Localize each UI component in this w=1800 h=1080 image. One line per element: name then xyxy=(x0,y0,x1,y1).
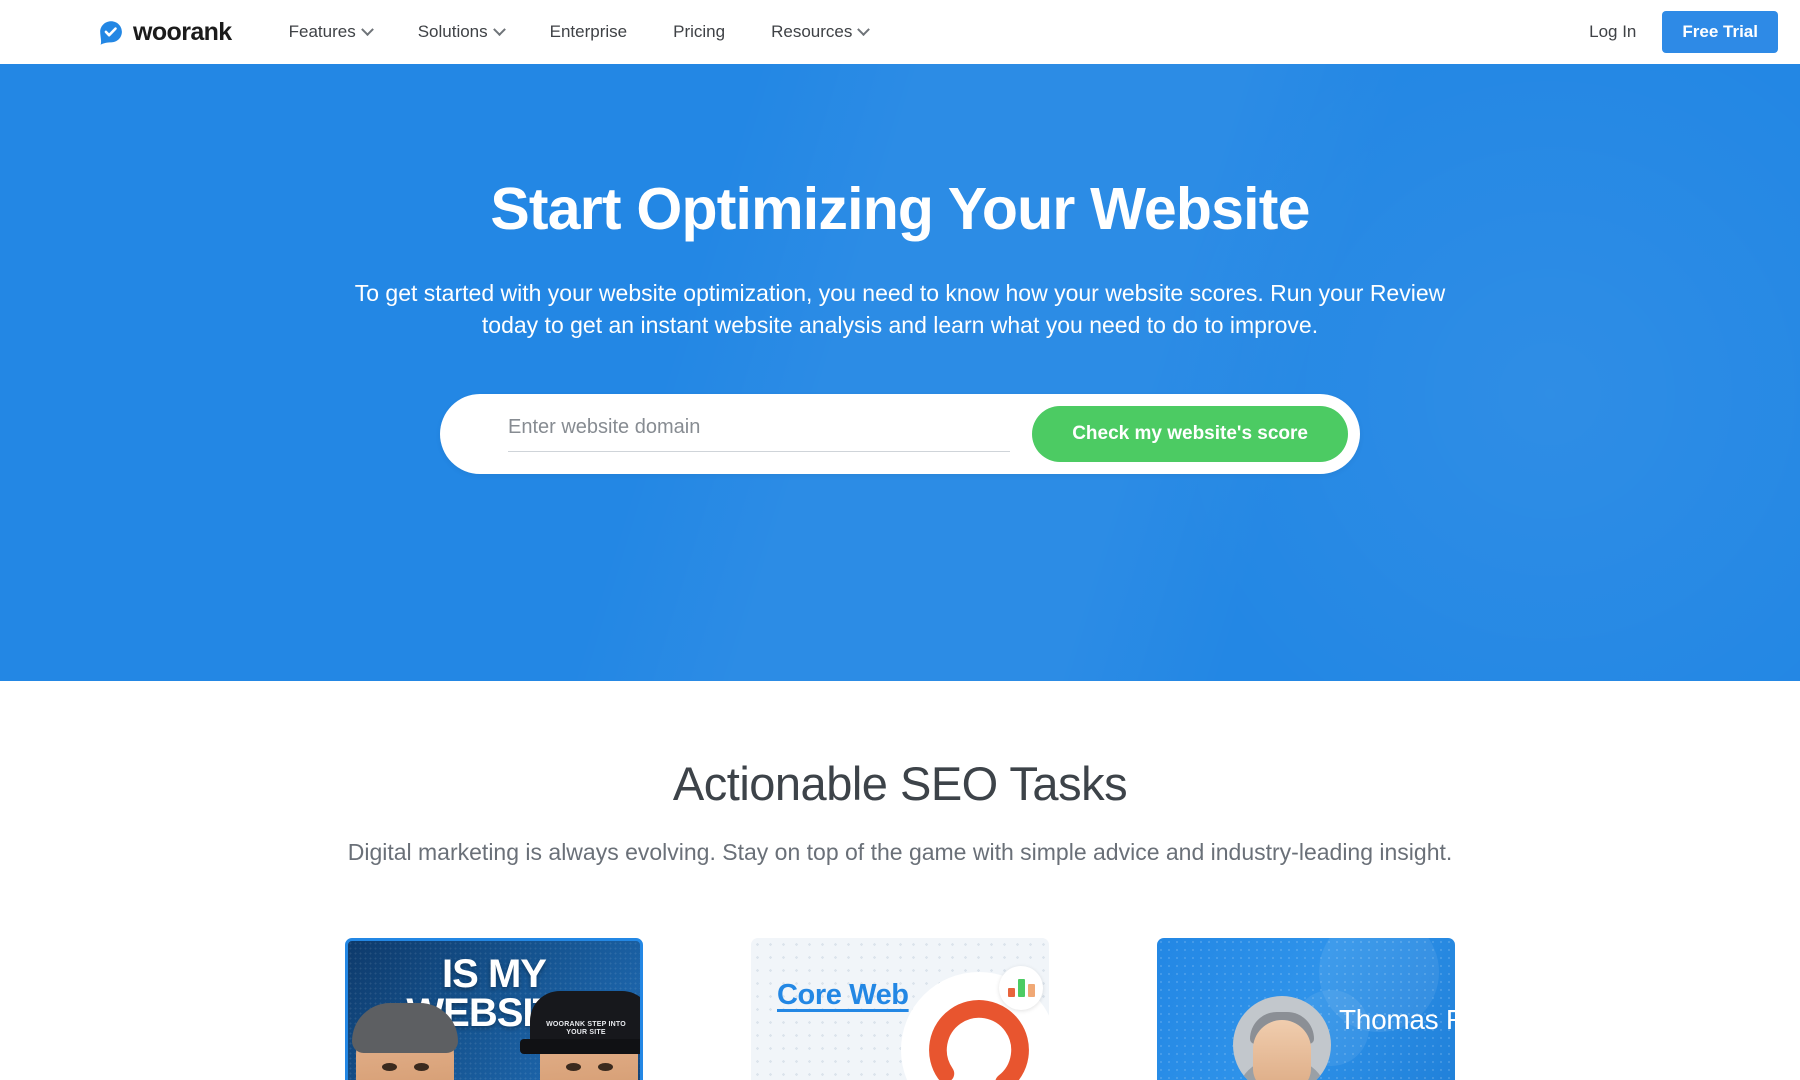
domain-input[interactable] xyxy=(508,416,1011,453)
card-grid: IS MY WEBSITE WOORANK STEP INTO YOUR SIT… xyxy=(345,938,1455,1080)
card-article-title[interactable]: Core Web xyxy=(777,978,909,1013)
chevron-down-icon xyxy=(492,22,506,36)
card-core-web-vitals[interactable]: Core Web xyxy=(751,938,1049,1080)
domain-search-bar: Check my website's score xyxy=(440,394,1360,475)
check-circle-icon xyxy=(98,19,124,45)
bar-chart-icon xyxy=(999,966,1043,1011)
cap-text: WOORANK STEP INTO YOUR SITE xyxy=(546,1021,626,1037)
free-trial-button[interactable]: Free Trial xyxy=(1662,11,1778,53)
login-link[interactable]: Log In xyxy=(1577,14,1648,50)
nav-item-label: Solutions xyxy=(417,22,488,41)
domain-input-wrapper xyxy=(508,412,1011,456)
card-profile[interactable]: Thomas Riley xyxy=(1157,938,1455,1080)
person-left-icon xyxy=(352,1003,458,1080)
logo-text: woorank xyxy=(133,17,232,46)
person-right-icon: WOORANK STEP INTO YOUR SITE xyxy=(520,991,640,1080)
hero-title: Start Optimizing Your Website xyxy=(490,176,1310,242)
eyes-icon xyxy=(356,1063,454,1072)
nav-item-enterprise[interactable]: Enterprise xyxy=(527,14,650,50)
nav-item-label: Enterprise xyxy=(549,22,628,41)
chevron-down-icon xyxy=(857,22,871,36)
section-subtitle: Digital marketing is always evolving. St… xyxy=(347,839,1453,865)
cap-icon xyxy=(520,991,640,1055)
nav-item-resources[interactable]: Resources xyxy=(748,14,891,50)
hero-section: Start Optimizing Your Website To get sta… xyxy=(0,64,1800,681)
card-video-title-line1: IS MY xyxy=(442,952,547,997)
nav-actions: Log In Free Trial xyxy=(1577,11,1778,53)
nav-item-pricing[interactable]: Pricing xyxy=(650,14,748,50)
nav-item-solutions[interactable]: Solutions xyxy=(395,14,527,50)
avatar-face xyxy=(1253,1020,1311,1080)
profile-name: Thomas Riley xyxy=(1339,1004,1455,1036)
woorank-logo[interactable]: woorank xyxy=(98,19,232,45)
top-navigation-bar: woorank Features Solutions Enterprise Pr… xyxy=(0,0,1800,64)
nav-item-label: Pricing xyxy=(673,22,726,41)
actionable-seo-tasks-section: Actionable SEO Tasks Digital marketing i… xyxy=(0,681,1800,1080)
hero-subtitle: To get started with your website optimiz… xyxy=(354,279,1446,338)
nav-item-label: Resources xyxy=(771,22,853,41)
nav-links: Features Solutions Enterprise Pricing Re… xyxy=(266,14,892,50)
card-video-thumbnail[interactable]: IS MY WEBSITE WOORANK STEP INTO YOUR SIT… xyxy=(345,938,643,1080)
chevron-down-icon xyxy=(360,22,374,36)
section-title: Actionable SEO Tasks xyxy=(672,757,1128,810)
nav-item-features[interactable]: Features xyxy=(266,14,395,50)
check-score-button[interactable]: Check my website's score xyxy=(1032,406,1348,463)
eyes-icon xyxy=(540,1063,638,1072)
hair-icon xyxy=(352,1003,458,1054)
nav-item-label: Features xyxy=(288,22,356,41)
